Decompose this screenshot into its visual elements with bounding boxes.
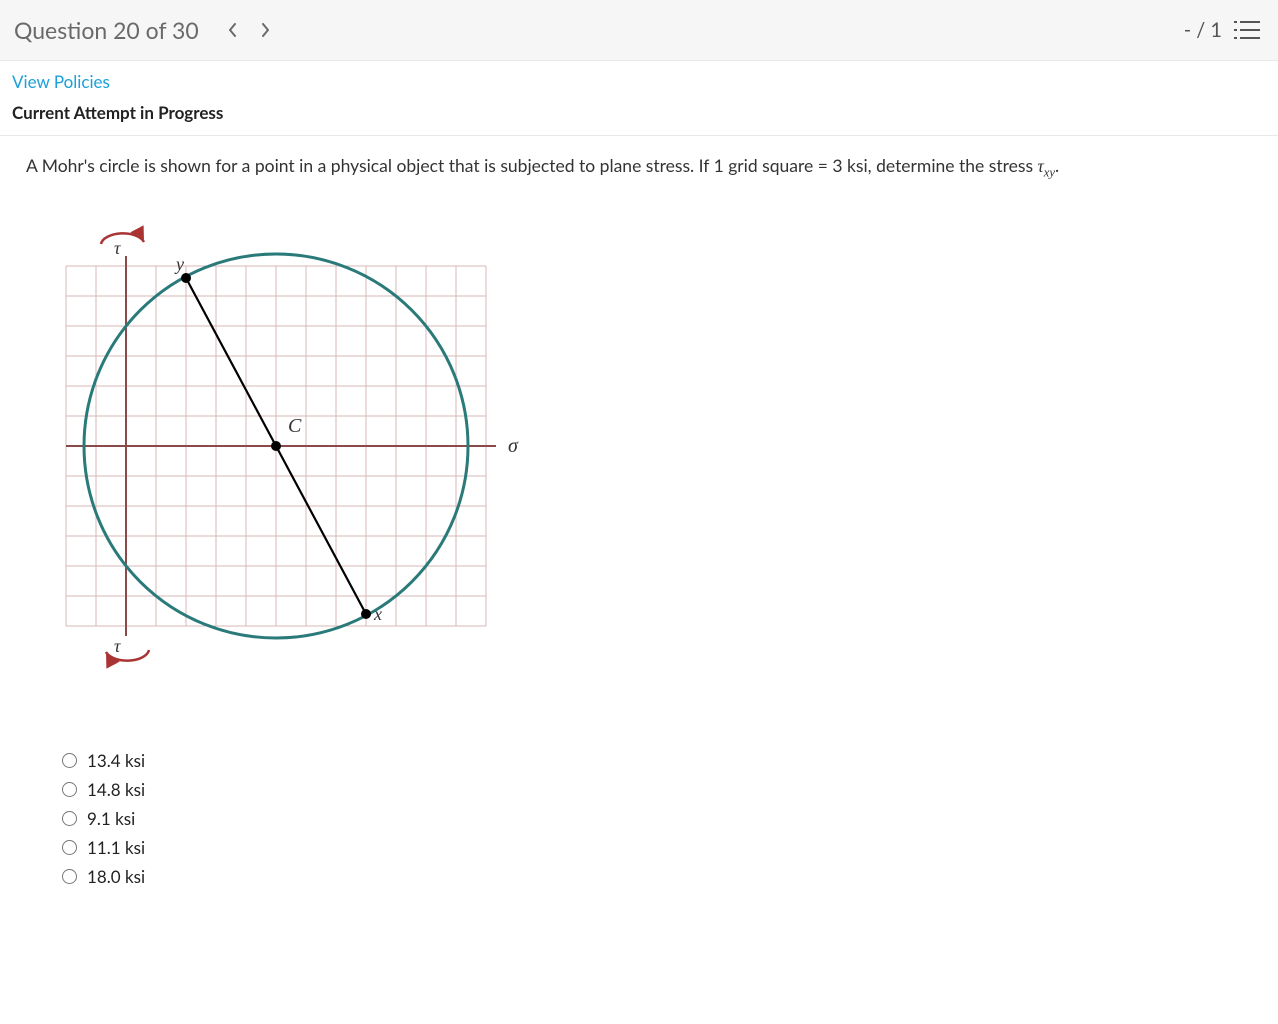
score-display: - / 1: [1184, 18, 1222, 42]
option-label: 18.0 ksi: [87, 866, 145, 887]
prompt-text: A Mohr's circle is shown for a point in …: [26, 155, 1038, 176]
option-3[interactable]: 9.1 ksi: [62, 804, 1252, 833]
next-question-button[interactable]: [249, 14, 281, 46]
attempt-status: Current Attempt in Progress: [0, 98, 1278, 136]
radio-icon: [62, 840, 77, 855]
radio-icon: [62, 753, 77, 768]
label-x: x: [373, 604, 382, 624]
radio-icon: [62, 811, 77, 826]
answer-options: 13.4 ksi 14.8 ksi 9.1 ksi 11.1 ksi 18.0 …: [62, 746, 1252, 891]
option-4[interactable]: 11.1 ksi: [62, 833, 1252, 862]
label-c: C: [288, 415, 302, 437]
axis-sigma: σ: [508, 435, 519, 457]
option-label: 13.4 ksi: [87, 750, 145, 771]
option-2[interactable]: 14.8 ksi: [62, 775, 1252, 804]
chevron-right-icon: [260, 23, 270, 37]
axis-tau-top: τ: [114, 238, 121, 258]
option-1[interactable]: 13.4 ksi: [62, 746, 1252, 775]
symbol-tau-xy: τxy: [1038, 156, 1055, 176]
question-content: A Mohr's circle is shown for a point in …: [0, 136, 1278, 909]
view-policies-link[interactable]: View Policies: [0, 61, 122, 98]
option-label: 9.1 ksi: [87, 808, 135, 829]
mohr-circle-figure: τ τ σ C y x: [26, 206, 1252, 686]
prev-question-button[interactable]: [217, 14, 249, 46]
chevron-left-icon: [228, 23, 238, 37]
question-title: Question 20 of 30: [14, 16, 199, 44]
axis-tau-bottom: τ: [114, 636, 121, 656]
radio-icon: [62, 782, 77, 797]
radio-icon: [62, 869, 77, 884]
option-5[interactable]: 18.0 ksi: [62, 862, 1252, 891]
question-prompt: A Mohr's circle is shown for a point in …: [26, 154, 1252, 182]
option-label: 11.1 ksi: [87, 837, 145, 858]
label-y: y: [174, 254, 184, 274]
question-header: Question 20 of 30 - / 1: [0, 0, 1278, 61]
question-list-icon[interactable]: [1240, 21, 1260, 39]
option-label: 14.8 ksi: [87, 779, 145, 800]
prompt-suffix: .: [1055, 155, 1059, 176]
